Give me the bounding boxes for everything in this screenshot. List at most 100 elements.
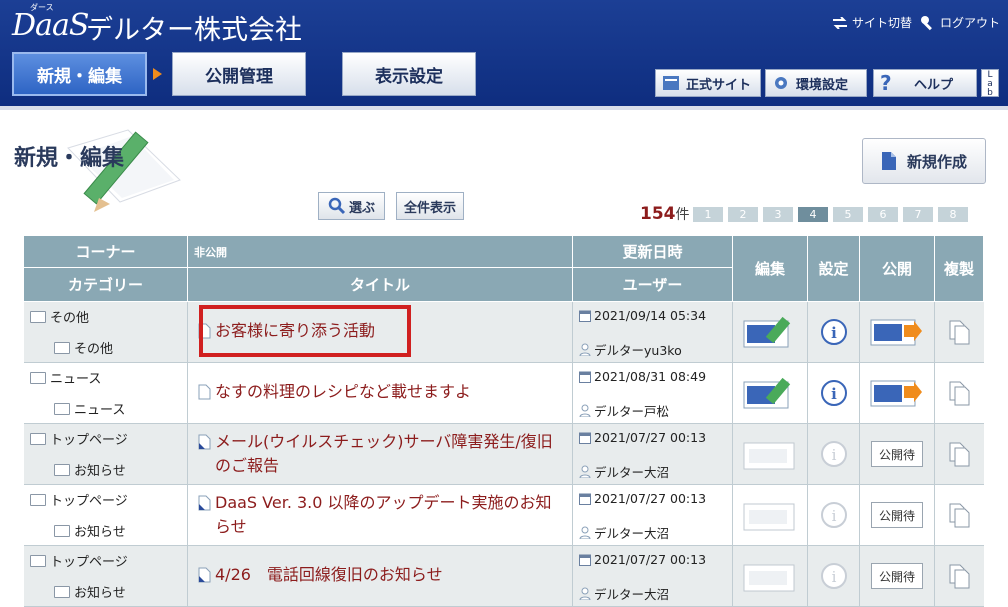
header-settings: 設定 — [808, 236, 860, 302]
user-icon — [579, 343, 591, 356]
page-link[interactable]: 1 — [693, 207, 723, 222]
edit-cell[interactable] — [733, 302, 808, 362]
edit-cell[interactable] — [733, 485, 808, 545]
page-link[interactable]: 7 — [903, 207, 933, 222]
page-link[interactable]: 6 — [868, 207, 898, 222]
article-title-link[interactable]: 4/26 電話回線復旧のお知らせ — [198, 563, 558, 587]
page-link[interactable]: 4 — [798, 207, 828, 222]
category-entry[interactable]: お知らせ — [54, 521, 126, 540]
wrench-icon — [921, 15, 932, 30]
svg-text:i: i — [831, 507, 836, 525]
user-name-text: デルター大沼 — [594, 587, 670, 602]
header-private: 非公開 — [188, 236, 573, 268]
help-button[interactable]: ? ヘルプ — [873, 69, 977, 97]
info-icon: i — [820, 502, 847, 528]
settings-cell[interactable]: i — [808, 485, 860, 545]
folder-icon — [30, 371, 46, 384]
logout-link[interactable]: ログアウト — [920, 14, 1000, 31]
settings-cell[interactable]: i — [808, 424, 860, 484]
new-create-button[interactable]: 新規作成 — [862, 138, 986, 184]
page-link[interactable]: 3 — [763, 207, 793, 222]
category-entry[interactable]: お知らせ — [54, 582, 126, 601]
folder-icon — [54, 463, 70, 476]
corner-name: トップページ — [50, 433, 128, 448]
pending-badge[interactable]: 公開待 — [871, 441, 923, 467]
page-link[interactable]: 2 — [728, 207, 758, 222]
settings-cell[interactable]: i — [808, 546, 860, 606]
pending-badge[interactable]: 公開待 — [871, 502, 923, 528]
show-all-button[interactable]: 全件表示 — [396, 192, 464, 220]
corner-entry[interactable]: トップページ — [30, 490, 128, 509]
publish-cell[interactable]: 公開待 — [860, 485, 935, 545]
edit-cell[interactable] — [733, 546, 808, 606]
page-link[interactable]: 5 — [833, 207, 863, 222]
settings-cell[interactable]: i — [808, 302, 860, 362]
header-edit: 編集 — [733, 236, 808, 302]
tab-new-edit[interactable]: 新規・編集 — [12, 52, 147, 96]
info-icon: i — [820, 563, 847, 589]
svg-text:i: i — [831, 324, 837, 342]
edit-icon — [743, 564, 795, 592]
tab-publish-management[interactable]: 公開管理 — [172, 52, 306, 96]
select-button[interactable]: 選ぶ — [318, 192, 385, 220]
edit-cell[interactable] — [733, 424, 808, 484]
article-title-link[interactable]: なすの料理のレシピなど載せますよ — [198, 380, 558, 404]
corner-entry[interactable]: トップページ — [30, 551, 128, 570]
copy-cell[interactable] — [935, 363, 984, 423]
meta-cell: 2021/07/27 00:13 デルター大沼 — [573, 424, 733, 484]
folder-icon — [54, 524, 70, 537]
category-cell: トップページお知らせ — [24, 424, 188, 484]
copy-cell[interactable] — [935, 302, 984, 362]
table-row: その他 その他 お客様に寄り添う活動 2021/09/14 05:34 デルターyu3k… — [24, 302, 984, 363]
app-header: ダース DaaS デルター株式会社 サイト切替 ログアウト 新規・編集 公開管理… — [0, 0, 1008, 106]
corner-entry[interactable]: ニュース — [30, 368, 101, 387]
official-site-button[interactable]: 正式サイト — [655, 69, 761, 97]
edit-cell[interactable] — [733, 363, 808, 423]
env-settings-button[interactable]: 環境設定 — [765, 69, 867, 97]
publish-cell[interactable] — [860, 363, 935, 423]
settings-cell[interactable]: i — [808, 363, 860, 423]
pending-badge[interactable]: 公開待 — [871, 563, 923, 589]
info-icon: i — [820, 319, 847, 345]
updated-date-text: 2021/09/14 05:34 — [594, 308, 707, 323]
copy-icon — [949, 320, 969, 345]
tab-display-settings[interactable]: 表示設定 — [342, 52, 476, 96]
site-switch-label: サイト切替 — [852, 16, 913, 30]
publish-cell[interactable]: 公開待 — [860, 546, 935, 606]
pagination: 12345678 — [693, 207, 968, 222]
meta-cell: 2021/09/14 05:34 デルターyu3ko — [573, 302, 733, 362]
daas-logo[interactable]: DaaS — [12, 8, 89, 43]
copy-cell[interactable] — [935, 424, 984, 484]
user-name: デルターyu3ko — [579, 340, 682, 359]
header-corner: コーナー — [24, 236, 188, 268]
updated-date-text: 2021/07/27 00:13 — [594, 430, 707, 445]
category-entry[interactable]: ニュース — [54, 399, 125, 418]
corner-entry[interactable]: トップページ — [30, 429, 128, 448]
publish-icon — [870, 380, 922, 407]
copy-cell[interactable] — [935, 546, 984, 606]
category-entry[interactable]: その他 — [54, 338, 113, 357]
category-name: お知らせ — [74, 464, 126, 479]
svg-text:i: i — [831, 568, 836, 586]
title-cell: なすの料理のレシピなど載せますよ — [188, 363, 573, 423]
count-unit: 件 — [675, 207, 690, 223]
svg-text:i: i — [831, 385, 837, 403]
copy-cell[interactable] — [935, 485, 984, 545]
category-entry[interactable]: お知らせ — [54, 460, 126, 479]
page-link[interactable]: 8 — [938, 207, 968, 222]
corner-entry[interactable]: その他 — [30, 307, 89, 326]
user-icon — [579, 526, 591, 539]
publish-cell[interactable] — [860, 302, 935, 362]
calendar-icon — [579, 310, 591, 322]
lab-button[interactable]: Lab — [981, 69, 999, 98]
article-title-link[interactable]: メール(ウイルスチェック)サーバ障害発生/復旧のご報告 — [198, 430, 558, 478]
site-switch-link[interactable]: サイト切替 — [832, 14, 912, 31]
article-title-link[interactable]: DaaS Ver. 3.0 以降のアップデート実施のお知らせ — [198, 491, 558, 539]
table-row: ニュース ニュース なすの料理のレシピなど載せますよ 2021/08/31 08:49… — [24, 363, 984, 424]
title-cell: メール(ウイルスチェック)サーバ障害発生/復旧のご報告 — [188, 424, 573, 484]
publish-cell[interactable]: 公開待 — [860, 424, 935, 484]
article-title: DaaS Ver. 3.0 以降のアップデート実施のお知らせ — [215, 493, 552, 536]
meta-cell: 2021/07/27 00:13 デルター大沼 — [573, 546, 733, 606]
calendar-icon — [579, 432, 591, 444]
result-count: 154件 — [640, 204, 690, 224]
